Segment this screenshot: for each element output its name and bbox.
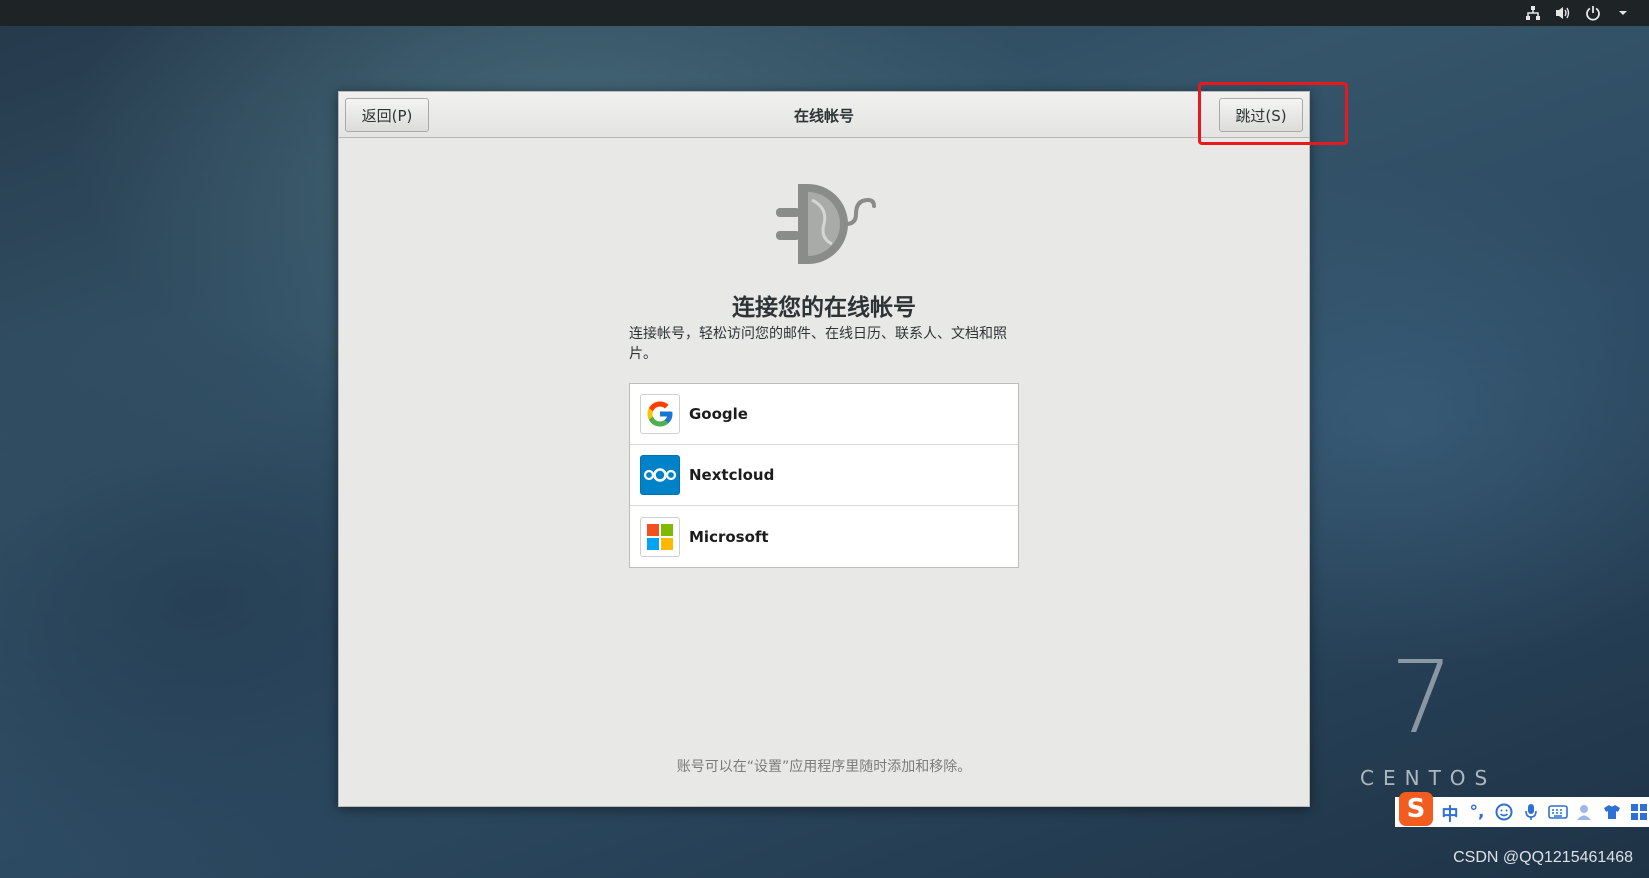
network-icon[interactable] <box>1523 3 1543 23</box>
emoji-icon[interactable] <box>1494 801 1514 823</box>
chevron-down-icon[interactable] <box>1613 3 1633 23</box>
volume-icon[interactable] <box>1553 3 1573 23</box>
ime-punct-toggle[interactable]: °, <box>1467 801 1487 823</box>
top-bar <box>0 0 1649 26</box>
sogou-logo-icon[interactable]: S <box>1399 792 1433 826</box>
dialog-title: 在线帐号 <box>793 106 854 125</box>
ime-toolbar: S 中 °, <box>1395 792 1649 827</box>
back-button[interactable]: 返回(P) <box>345 98 429 132</box>
provider-name: Microsoft <box>689 527 769 546</box>
provider-name: Google <box>689 405 748 423</box>
online-accounts-dialog: 在线帐号 返回(P) 跳过(S) 连接您的在线帐号 连接帐号，轻松访问您的邮件、… <box>338 91 1310 807</box>
skip-button[interactable]: 跳过(S) <box>1219 98 1303 132</box>
centos-wordmark: CENTOS <box>1360 766 1497 790</box>
ime-mode-toggle[interactable]: 中 <box>1440 801 1460 825</box>
provider-google[interactable]: Google <box>630 384 1018 445</box>
dialog-header: 在线帐号 返回(P) 跳过(S) <box>339 92 1309 138</box>
microsoft-logo-icon <box>640 516 680 557</box>
footnote: 账号可以在“设置”应用程序里随时添加和移除。 <box>676 759 972 775</box>
nextcloud-logo-icon <box>640 455 680 495</box>
page-heading: 连接您的在线帐号 <box>732 295 916 321</box>
google-logo-icon <box>640 394 680 434</box>
power-icon[interactable] <box>1583 3 1603 23</box>
page-description: 连接帐号，轻松访问您的邮件、在线日历、联系人、文档和照片。 <box>629 326 1007 362</box>
microphone-icon[interactable] <box>1521 801 1541 823</box>
provider-nextcloud[interactable]: Nextcloud <box>630 445 1018 506</box>
grid-icon[interactable] <box>1629 801 1649 823</box>
provider-microsoft[interactable]: Microsoft <box>630 506 1018 567</box>
skin-icon[interactable] <box>1602 801 1622 823</box>
csdn-watermark: CSDN @QQ1215461468 <box>1453 849 1633 866</box>
provider-name: Nextcloud <box>689 466 775 484</box>
provider-list: Google Nextcloud Microsoft <box>629 383 1019 568</box>
user-icon[interactable] <box>1575 801 1595 823</box>
centos-version-number: 7 <box>1390 639 1454 756</box>
online-accounts-plug-icon <box>772 178 876 270</box>
keyboard-icon[interactable] <box>1548 801 1568 823</box>
